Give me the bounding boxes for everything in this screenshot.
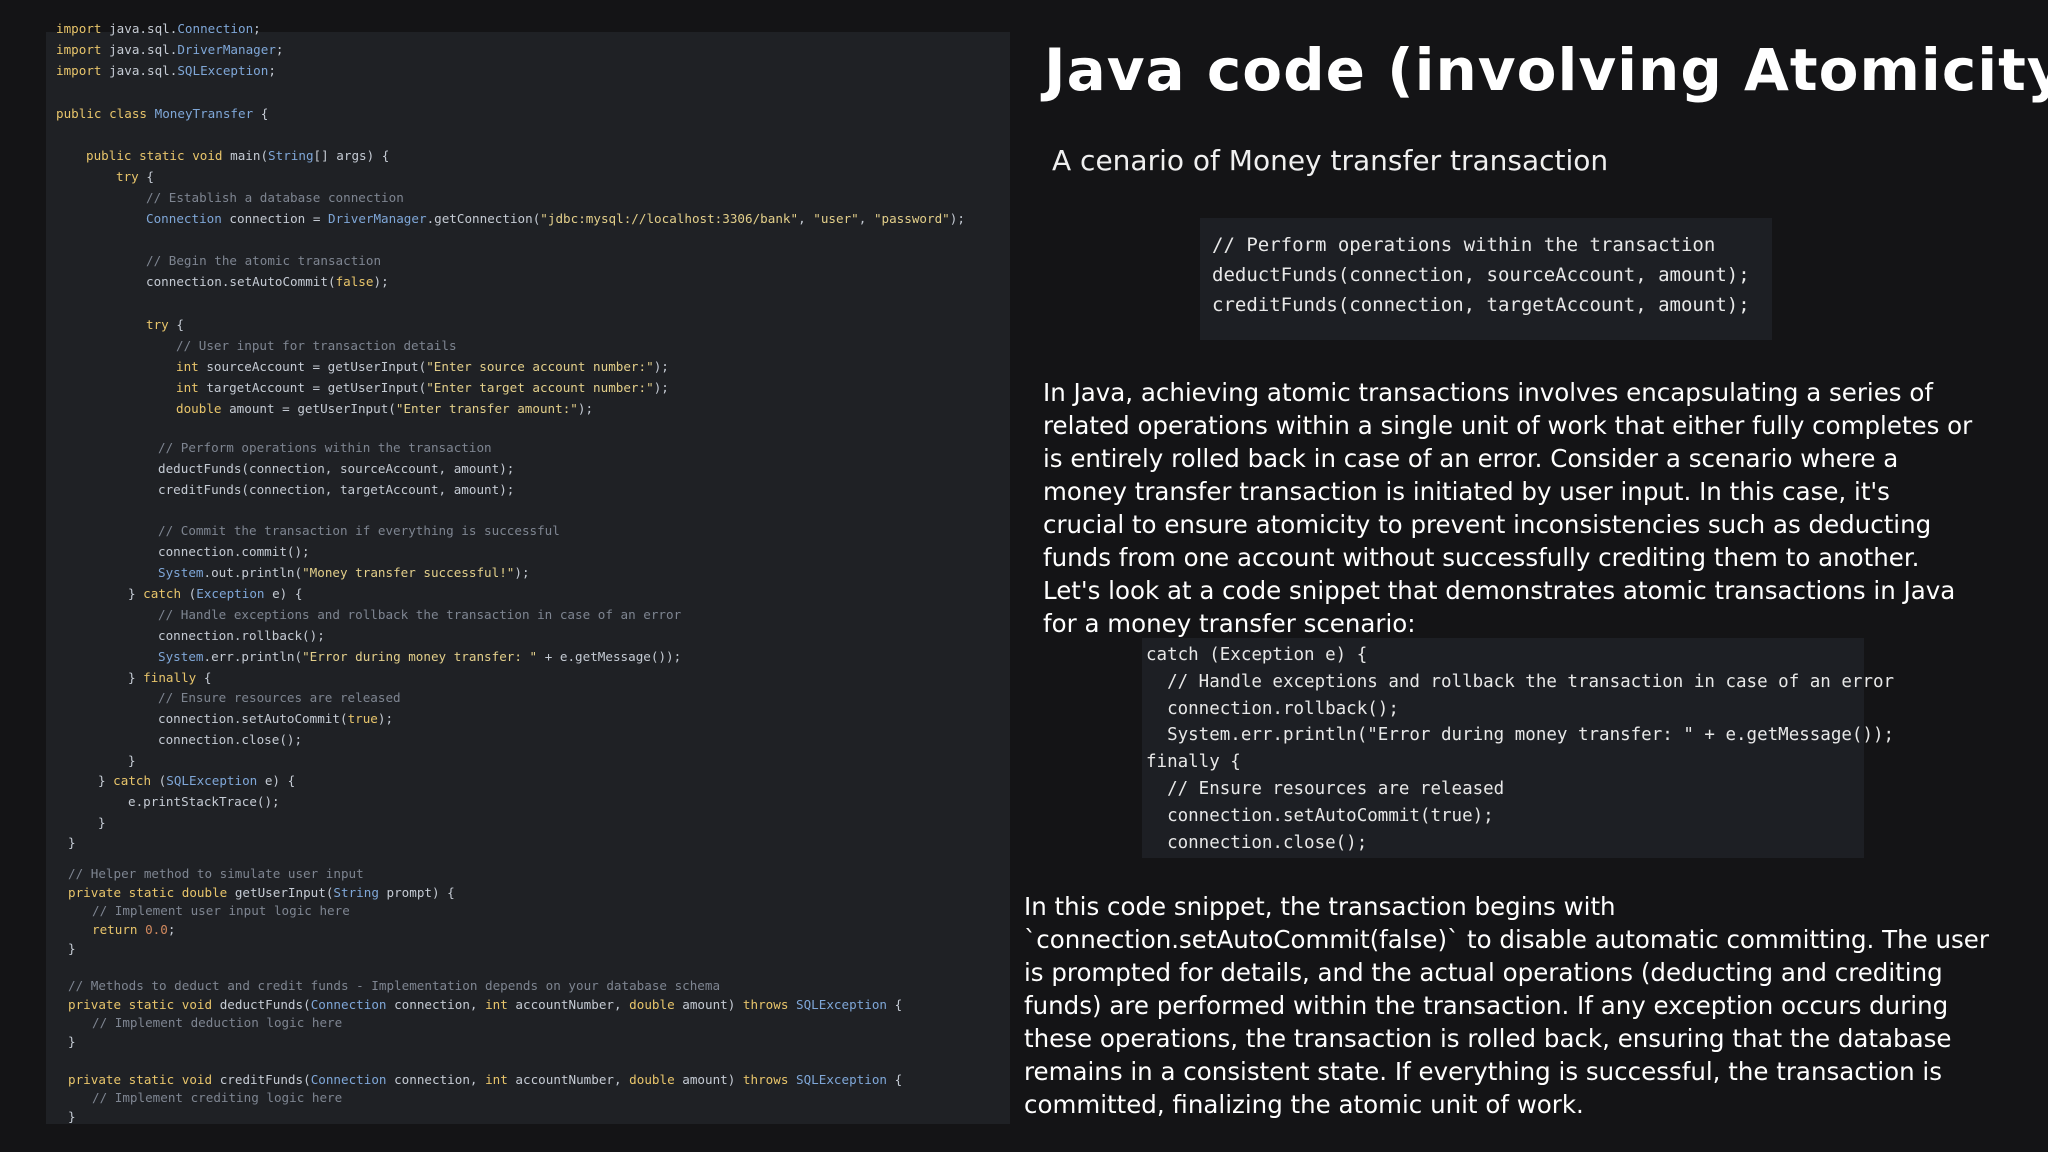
code-panel: import java.sql.Connection; import java.s… xyxy=(46,21,1010,1124)
page-title: Java code (involving Atomicity) xyxy=(1044,36,2048,104)
code-line: } xyxy=(98,815,106,830)
code-line: private static double getUserInput(Strin… xyxy=(68,885,455,900)
code-line: // Perform operations within the transac… xyxy=(158,440,492,455)
code-line: } finally { xyxy=(128,670,212,685)
code-line: double amount = getUserInput("Enter tran… xyxy=(176,401,594,416)
code-line: connection.setAutoCommit(false); xyxy=(146,274,389,289)
snippet-line: connection.setAutoCommit(true); xyxy=(1146,805,1494,826)
code-line: // Handle exceptions and rollback the tr… xyxy=(158,607,682,622)
page-subtitle: A cenario of Money transfer transaction xyxy=(1052,144,1609,177)
code-line: // User input for transaction details xyxy=(176,338,457,353)
code-line: creditFunds(connection, targetAccount, a… xyxy=(158,482,515,497)
code-line: // Commit the transaction if everything … xyxy=(158,523,560,538)
snippet-comment: // Handle exceptions and rollback the tr… xyxy=(1146,671,1895,692)
code-snippet-operations: // Perform operations within the transac… xyxy=(1200,218,1772,340)
explanation-paragraph: In this code snippet, the transaction be… xyxy=(1024,892,1989,1119)
snippet-comment: // Perform operations within the transac… xyxy=(1212,234,1716,256)
code-line: try { xyxy=(146,317,184,332)
code-line: import java.sql.Connection; xyxy=(56,21,261,36)
snippet-line: deductFunds(connection, sourceAccount, a… xyxy=(1212,264,1750,286)
code-line: } xyxy=(68,1034,76,1049)
code-line: } xyxy=(128,753,136,768)
code-line: } xyxy=(68,941,76,956)
code-line: import java.sql.SQLException; xyxy=(56,63,276,78)
code-line: // Establish a database connection xyxy=(146,190,404,205)
code-line: System.out.println("Money transfer succe… xyxy=(158,565,530,580)
code-line: deductFunds(connection, sourceAccount, a… xyxy=(158,461,515,476)
code-line: // Ensure resources are released xyxy=(158,690,401,705)
code-line: public static void main(String[] args) { xyxy=(86,148,390,163)
code-line: import java.sql.DriverManager; xyxy=(56,42,284,57)
snippet-line: creditFunds(connection, targetAccount, a… xyxy=(1212,294,1750,316)
code-line: // Implement user input logic here xyxy=(92,903,350,918)
snippet-line: connection.close(); xyxy=(1146,832,1368,853)
snippet-line: System.err.println("Error during money t… xyxy=(1146,725,1895,746)
code-line: private static void deductFunds(Connecti… xyxy=(68,997,903,1012)
snippet-line: connection.rollback(); xyxy=(1146,698,1399,719)
code-line: int sourceAccount = getUserInput("Enter … xyxy=(176,359,669,374)
snippet-line: catch (Exception e) { xyxy=(1146,645,1368,665)
code-line: connection.close(); xyxy=(158,732,303,747)
code-line: int targetAccount = getUserInput("Enter … xyxy=(176,380,669,395)
code-line: private static void creditFunds(Connecti… xyxy=(68,1072,903,1087)
snippet-comment: // Ensure resources are released xyxy=(1146,778,1505,799)
code-line: // Implement deduction logic here xyxy=(92,1015,343,1030)
snippet-line: finally { xyxy=(1146,752,1241,773)
code-lines: import java.sql.Connection; import java.s… xyxy=(46,21,1010,1124)
code-line: public class MoneyTransfer { xyxy=(56,106,269,121)
code-line: // Implement crediting logic here xyxy=(92,1090,343,1105)
code-line: } xyxy=(68,835,76,850)
code-line: Connection connection = DriverManager.ge… xyxy=(146,211,965,226)
intro-paragraph: In Java, achieving atomic transactions i… xyxy=(1043,378,1973,638)
code-line: } xyxy=(68,1109,76,1124)
code-line: // Helper method to simulate user input xyxy=(68,866,364,881)
code-line: } catch (SQLException e) { xyxy=(98,773,296,788)
code-line: System.err.println("Error during money t… xyxy=(158,649,682,664)
code-line: e.printStackTrace(); xyxy=(128,794,280,809)
code-line: connection.rollback(); xyxy=(158,628,325,643)
code-snippet-catch: catch (Exception e) { // Handle exceptio… xyxy=(1142,638,1895,858)
code-line: // Methods to deduct and credit funds - … xyxy=(68,978,721,993)
code-line: return 0.0; xyxy=(92,922,176,937)
code-line: connection.setAutoCommit(true); xyxy=(158,711,394,726)
code-line: try { xyxy=(116,169,154,184)
code-line: connection.commit(); xyxy=(158,544,310,559)
code-line: } catch (Exception e) { xyxy=(128,586,303,601)
code-line: // Begin the atomic transaction xyxy=(146,253,382,268)
